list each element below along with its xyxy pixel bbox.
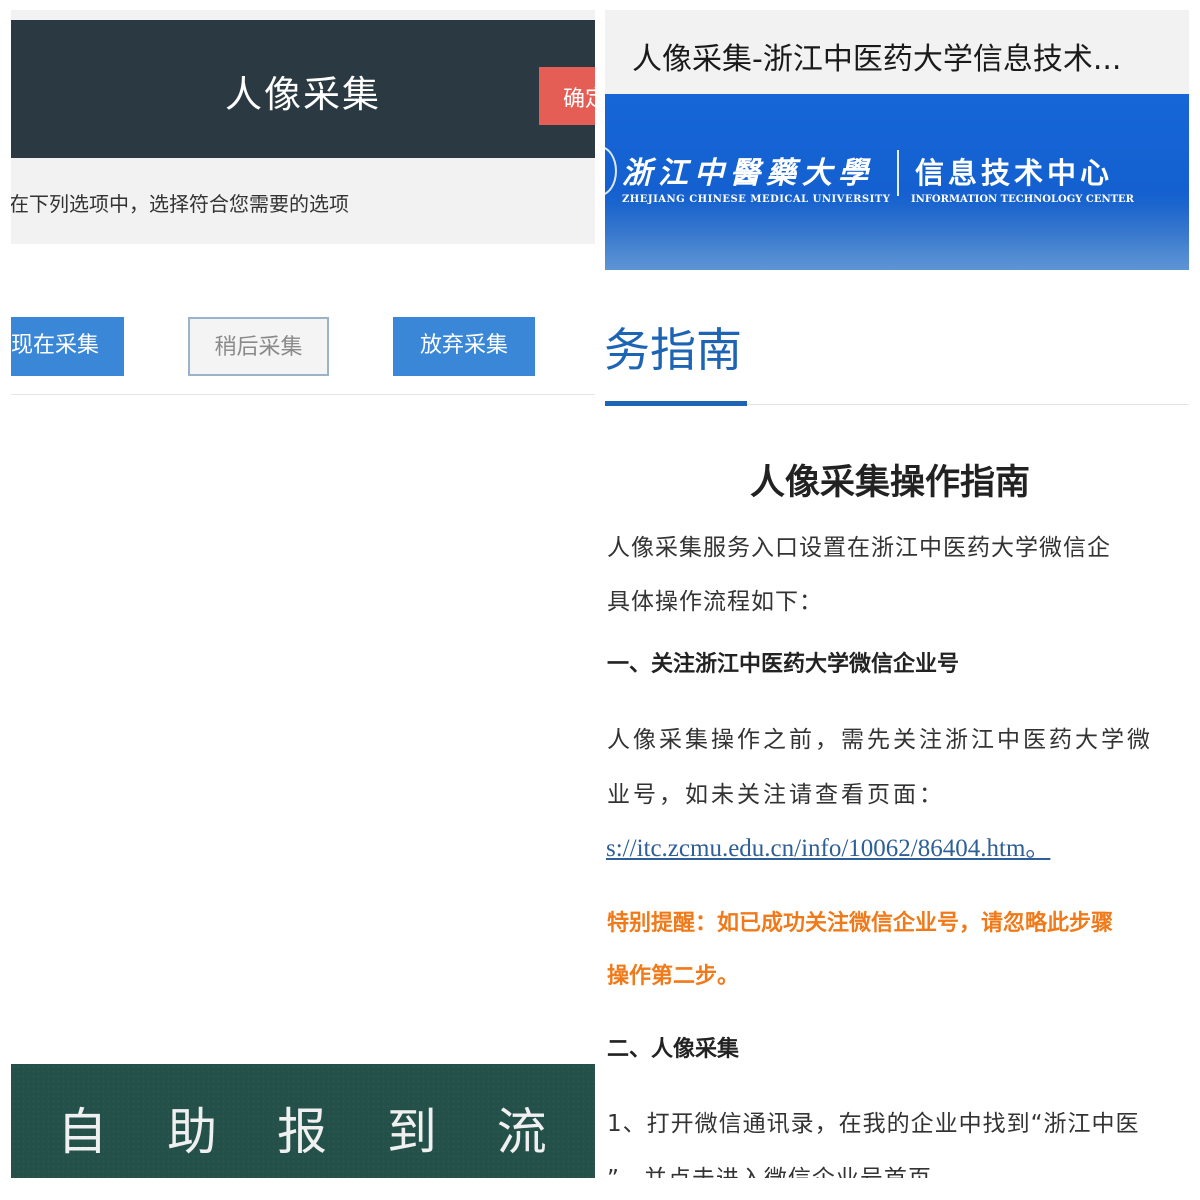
center-name-en: INFORMATION TECHNOLOGY CENTER [911, 194, 1134, 205]
right-screenshot-panel: 人像采集-浙江中医药大学信息技术... 浙江中醫藥大學 ZHEJIANG CHI… [605, 10, 1189, 1178]
capture-later-button[interactable]: 稍后采集 [188, 317, 329, 376]
university-emblem-icon [605, 146, 617, 196]
step1-line-1: 人像采集操作之前，需先关注浙江中医药大学微 [607, 727, 1153, 753]
article-title: 人像采集操作指南 [749, 463, 1030, 503]
intro-line-1: 人像采集服务入口设置在浙江中医药大学微信企 [607, 535, 1111, 561]
step2-line-1: 1、打开微信通讯录，在我的企业中找到“浙江中医 [607, 1111, 1140, 1137]
page-title: 人像采集-浙江中医药大学信息技术... [632, 42, 1122, 77]
university-banner: 浙江中醫藥大學 ZHEJIANG CHINESE MEDICAL UNIVERS… [605, 94, 1189, 270]
capture-now-button[interactable]: 现在采集 [11, 317, 124, 376]
give-up-capture-button[interactable]: 放弃采集 [393, 317, 535, 376]
prompt-bar: 在下列选项中，选择符合您需要的选项 [11, 158, 595, 244]
self-registration-banner: 自 助 报 到 流 程 [11, 1064, 595, 1178]
page-title-bar: 人像采集-浙江中医药大学信息技术... [605, 10, 1189, 94]
university-name-cn: 浙江中醫藥大學 [622, 156, 874, 191]
step2-line-2: ”，并点击进入微信企业号首页。 [607, 1159, 956, 1178]
intro-line-2: 具体操作流程如下： [607, 589, 823, 615]
guide-link[interactable]: s://itc.zcmu.edu.cn/info/10062/86404.htm… [606, 828, 1050, 864]
left-screenshot-panel: 人像采集 确定 在下列选项中，选择符合您需要的选项 现在采集 稍后采集 放弃采集… [11, 10, 595, 1178]
banner-background-photo [605, 204, 1189, 270]
prompt-text: 在下列选项中，选择符合您需要的选项 [11, 192, 349, 216]
step2-heading: 二、人像采集 [607, 1037, 740, 1062]
divider [11, 394, 595, 395]
top-strip [11, 10, 595, 20]
banner-divider [897, 150, 899, 196]
section-rule [747, 404, 1189, 405]
banner-text: 自 助 报 到 流 程 [57, 1103, 569, 1178]
step1-line-2: 业号，如未关注请查看页面： [607, 782, 945, 808]
notice-line-1: 特别提醒：如已成功关注微信企业号，请忽略此步骤 [607, 911, 1114, 936]
section-underline [605, 401, 747, 406]
section-heading: 务指南 [605, 323, 742, 377]
dialog-header: 人像采集 确定 [11, 20, 595, 158]
confirm-button[interactable]: 确定 [539, 67, 595, 125]
notice-line-2: 操作第二步。 [607, 964, 740, 989]
step1-heading: 一、关注浙江中医药大学微信企业号 [607, 652, 960, 677]
dialog-title: 人像采集 [225, 73, 381, 116]
university-name-en: ZHEJIANG CHINESE MEDICAL UNIVERSITY [622, 194, 891, 205]
center-name-cn: 信息技术中心 [915, 156, 1114, 190]
